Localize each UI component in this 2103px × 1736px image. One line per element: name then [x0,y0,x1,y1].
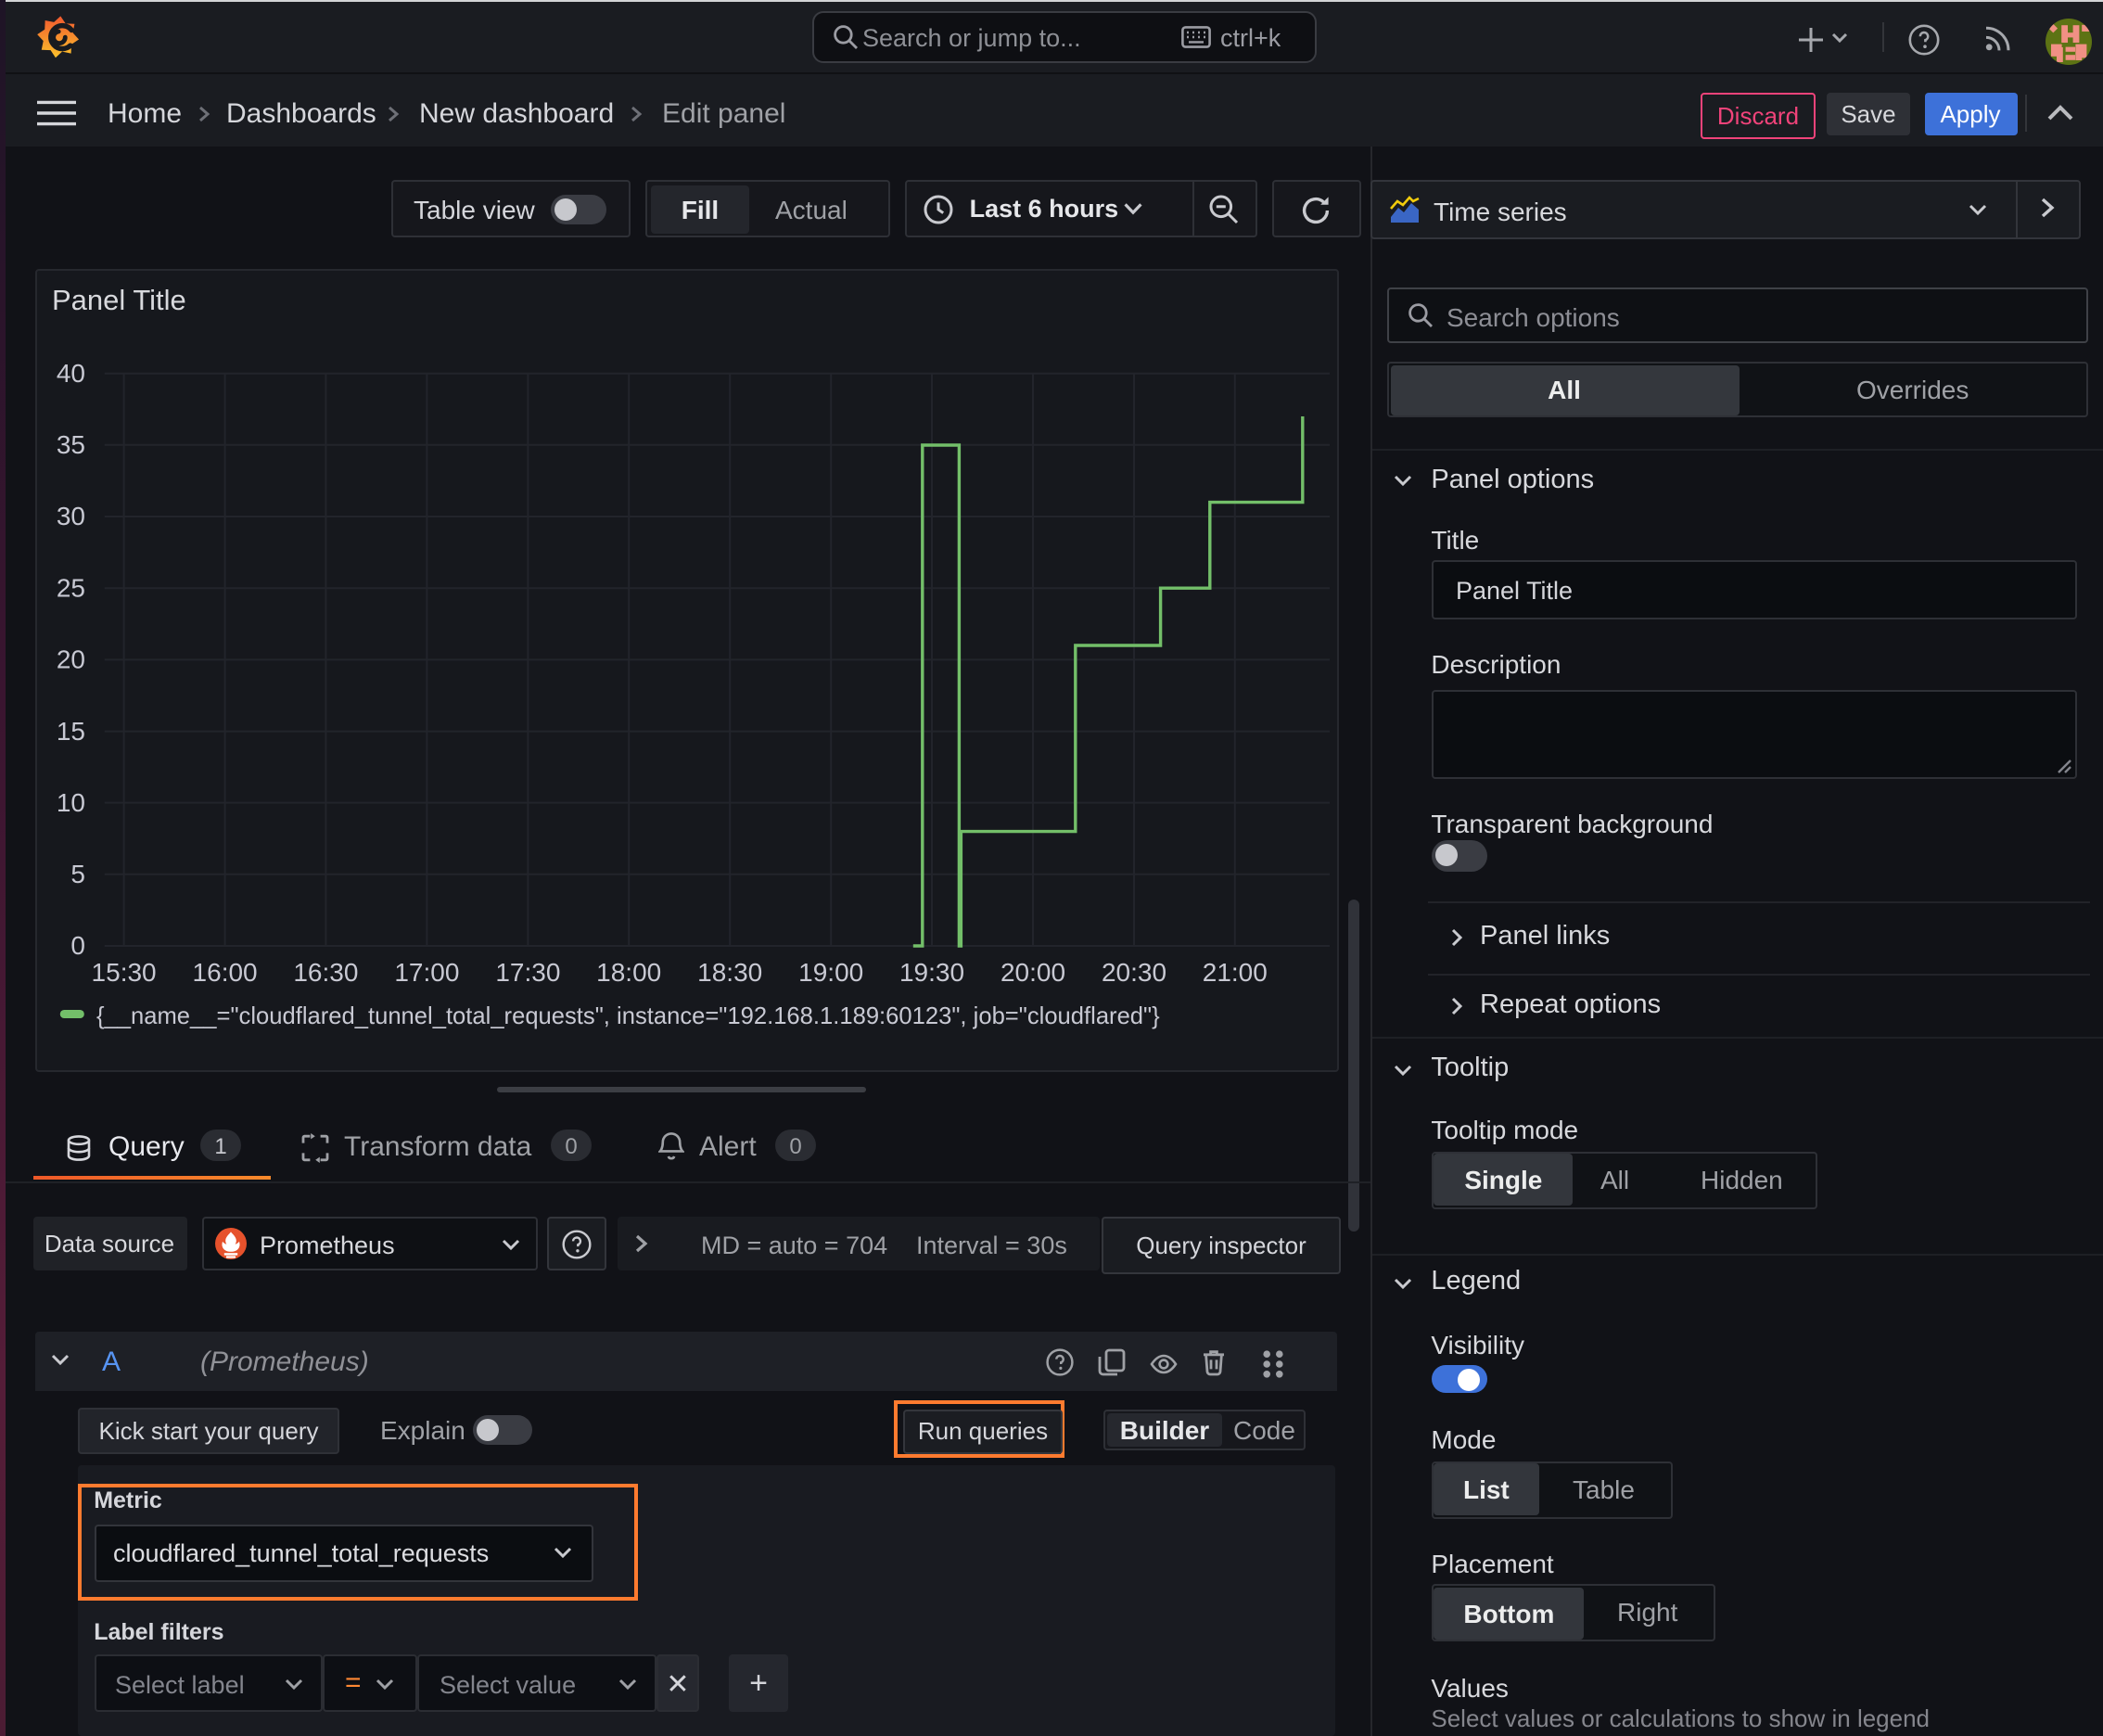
svg-text:15: 15 [56,717,84,746]
svg-text:18:00: 18:00 [595,958,660,987]
svg-text:25: 25 [56,573,84,602]
svg-text:21:00: 21:00 [1202,958,1267,987]
svg-text:17:00: 17:00 [394,958,459,987]
svg-text:16:00: 16:00 [192,958,257,987]
svg-text:20:00: 20:00 [1000,958,1064,987]
svg-text:5: 5 [70,860,85,888]
svg-text:10: 10 [56,788,84,817]
svg-text:18:30: 18:30 [696,958,761,987]
svg-text:16:30: 16:30 [293,958,358,987]
svg-text:30: 30 [56,502,84,530]
svg-text:17:30: 17:30 [495,958,560,987]
svg-text:19:00: 19:00 [797,958,862,987]
svg-text:35: 35 [56,430,84,459]
svg-text:40: 40 [56,359,84,388]
svg-text:15:30: 15:30 [91,958,156,987]
svg-text:0: 0 [70,931,85,960]
svg-text:20: 20 [56,645,84,674]
svg-text:19:30: 19:30 [899,958,963,987]
svg-text:20:30: 20:30 [1101,958,1166,987]
